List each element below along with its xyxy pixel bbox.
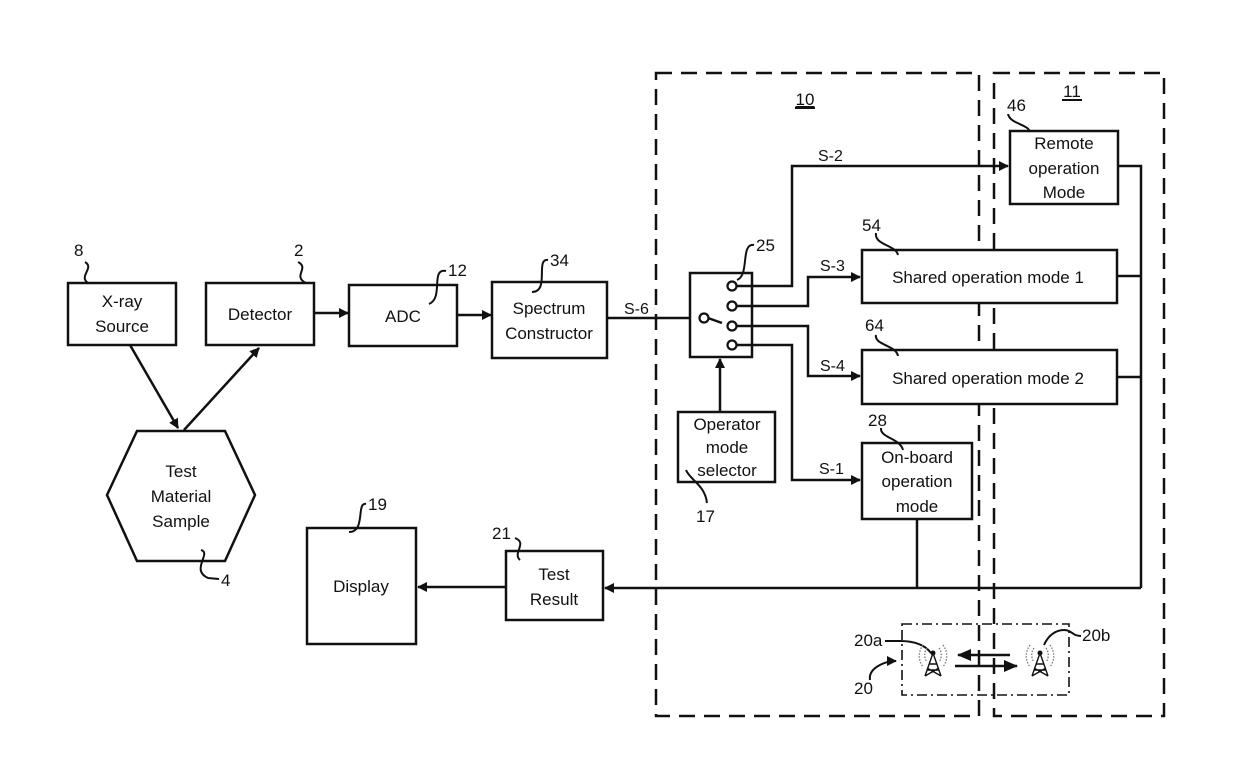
remote-operation-ref: 46 [1007, 96, 1026, 115]
leader-line [1043, 628, 1082, 646]
switch-port-s4 [726, 320, 738, 332]
display-ref: 19 [368, 495, 387, 514]
xray-source-block[interactable]: X-ray Source 8 [66, 241, 178, 347]
signal-s2-label: S-2 [818, 148, 843, 165]
remote-operation-label-line2: operation [1029, 159, 1100, 178]
wireless-group-ref: 20 [854, 679, 873, 698]
test-result-ref: 21 [492, 524, 511, 543]
fluorescence-arrow [183, 347, 260, 431]
remote-operation-label-line1: Remote [1034, 134, 1094, 153]
shared-mode-2-block[interactable]: Shared operation mode 2 64 [860, 316, 1119, 406]
test-sample-label-line1: Test [165, 462, 196, 481]
leader-line [297, 261, 307, 284]
wireless-group-border [901, 623, 1070, 696]
xray-beam-arrow [128, 344, 180, 429]
shared-mode-2-ref: 64 [865, 316, 884, 335]
antenna-b-ref: 20b [1082, 626, 1110, 645]
test-sample-label-line3: Sample [152, 512, 210, 531]
onboard-operation-label-line2: operation [882, 472, 953, 491]
display-label: Display [333, 577, 389, 596]
adc-block[interactable]: ADC 12 [347, 261, 467, 348]
shared-mode-1-label: Shared operation mode 1 [892, 268, 1084, 287]
test-sample-label-line2: Material [151, 487, 211, 506]
leader-line [868, 656, 897, 681]
onboard-operation-label-line3: mode [896, 497, 939, 516]
onboard-operation-ref: 28 [868, 411, 887, 430]
xray-source-label-line1: X-ray [102, 292, 143, 311]
operator-mode-selector-label-line3: selector [697, 461, 757, 480]
onboard-operation-block[interactable]: On-board operation mode 28 [860, 411, 974, 521]
remote-operation-label-line3: Mode [1043, 183, 1086, 202]
detector-ref: 2 [294, 241, 303, 260]
spectrum-constructor-label-line2: Constructor [505, 324, 593, 343]
antenna-a-ref: 20a [854, 631, 883, 650]
leader-line [83, 261, 90, 284]
antenna-a-icon [918, 644, 948, 677]
spectrum-constructor-ref: 34 [550, 251, 569, 270]
antenna-b-icon [1025, 644, 1055, 677]
leader-line [885, 640, 932, 654]
test-result-label-line2: Result [530, 590, 578, 609]
shared-mode-2-label: Shared operation mode 2 [892, 369, 1084, 388]
switch-port-s2 [726, 280, 738, 292]
test-sample-block[interactable]: Test Material Sample 4 [105, 429, 257, 590]
signal-s4-label: S-4 [820, 358, 845, 375]
display-block[interactable]: Display 19 [305, 495, 418, 646]
signal-s1-label: S-1 [819, 461, 844, 478]
detector-label: Detector [228, 305, 293, 324]
operator-mode-selector-ref: 17 [696, 507, 715, 526]
adc-label: ADC [385, 307, 421, 326]
region-device-ref: 10 [796, 90, 815, 109]
remote-operation-block[interactable]: Remote operation Mode 46 [1007, 96, 1120, 206]
wireless-link: 20 20a 20b [854, 623, 1110, 698]
xray-source-label-line2: Source [95, 317, 149, 336]
shared-mode-1-ref: 54 [862, 216, 881, 235]
xray-source-ref: 8 [74, 241, 83, 260]
switch-port-s1 [726, 339, 738, 351]
test-sample-ref: 4 [221, 571, 230, 590]
adc-ref: 12 [448, 261, 467, 280]
signal-s3-wire [737, 272, 861, 308]
operator-mode-selector-block[interactable]: Operator mode selector 17 [676, 410, 777, 526]
leader-line [1007, 113, 1031, 133]
spectrum-constructor-label-line1: Spectrum [513, 299, 586, 318]
shared-mode-1-block[interactable]: Shared operation mode 1 54 [860, 216, 1119, 305]
test-result-label-line1: Test [538, 565, 569, 584]
block-diagram: 10 11 X-ray Source 8 Detector 2 ADC 12 S… [66, 71, 1166, 718]
test-result-block[interactable]: Test Result 21 [492, 524, 605, 622]
onboard-operation-label-line1: On-board [881, 448, 953, 467]
signal-s3-label: S-3 [820, 258, 845, 275]
switch-port-s3 [726, 300, 738, 312]
switch-ref: 25 [756, 236, 775, 255]
operator-mode-selector-label-line1: Operator [693, 415, 760, 434]
operator-mode-selector-label-line2: mode [706, 438, 749, 457]
detector-block[interactable]: Detector 2 [204, 241, 316, 347]
mode-switch[interactable]: 25 [688, 236, 775, 359]
region-remote-ref: 11 [1063, 82, 1081, 101]
spectrum-constructor-block[interactable]: Spectrum Constructor 34 [490, 251, 609, 360]
signal-s6-label: S-6 [624, 301, 649, 318]
